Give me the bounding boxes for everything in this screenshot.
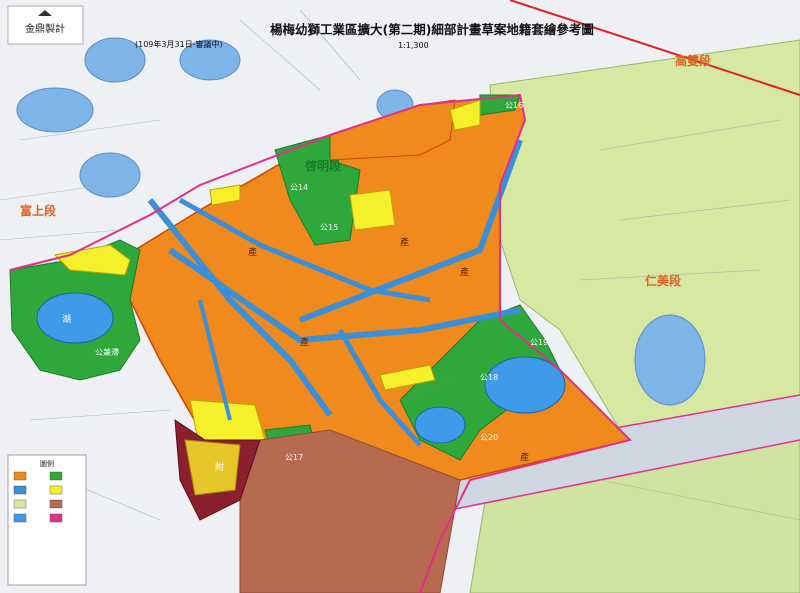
label-fushang: 富上段	[20, 203, 57, 218]
label-renmei: 仁美段	[645, 273, 682, 288]
label-industrial-1: 產	[248, 246, 257, 258]
residential-block-2	[349, 189, 396, 231]
label-industrial-5: 產	[520, 451, 529, 463]
pond-3	[79, 152, 141, 198]
legend-swatch-industrial	[13, 471, 27, 481]
legend: 圖例	[7, 454, 87, 586]
cadastral-map: 金鼎製計 楊梅幼獅工業區擴大(第二期)細部計畫草案地籍套繪參考圖 (109年3月…	[0, 0, 800, 593]
label-gaosu: 高雙段	[675, 53, 712, 68]
label-industrial-4: 產	[460, 266, 469, 278]
legend-swatch-special_area	[49, 499, 63, 509]
southeast-pond	[414, 406, 466, 444]
logo-text: 金鼎製計	[25, 22, 65, 35]
park-label-1: 公15	[320, 223, 338, 232]
label-qiming: 啓明段	[305, 158, 342, 173]
map-title: 楊梅幼獅工業區擴大(第二期)細部計畫草案地籍套繪參考圖	[270, 22, 594, 37]
map-canvas[interactable]: 金鼎製計 楊梅幼獅工業區擴大(第二期)細部計畫草案地籍套繪參考圖 (109年3月…	[0, 0, 800, 593]
park-label-7: 公兼滯	[95, 347, 119, 357]
label-special: 附	[215, 461, 224, 473]
legend-swatch-agricultural	[13, 499, 27, 509]
legend-swatch-park	[49, 471, 63, 481]
pond-6	[634, 314, 706, 406]
legend-swatch-residential	[49, 485, 63, 495]
pond-2	[16, 87, 94, 133]
legend-title: 圖例	[40, 459, 54, 468]
label-industrial-2: 產	[400, 236, 409, 248]
park-label-4: 公18	[480, 373, 498, 382]
map-subtitle: (109年3月31日-審議中)	[135, 39, 223, 49]
logo: 金鼎製計	[7, 5, 84, 45]
label-industrial-3: 產	[300, 336, 309, 348]
legend-swatch-water	[13, 513, 27, 523]
residential-block-6	[184, 439, 241, 496]
west-lake	[36, 292, 114, 344]
legend-swatch-road	[13, 485, 27, 495]
park-label-6: 公20	[480, 433, 498, 442]
park-label-5: 公19	[530, 338, 548, 347]
park-label-3: 公17	[285, 453, 303, 462]
park-label-0: 公14	[290, 183, 308, 192]
legend-swatch-boundary	[49, 513, 63, 523]
label-lake: 湖	[62, 314, 71, 325]
park-label-2: 公16	[505, 101, 523, 110]
map-scale: 1:1,300	[398, 41, 429, 50]
